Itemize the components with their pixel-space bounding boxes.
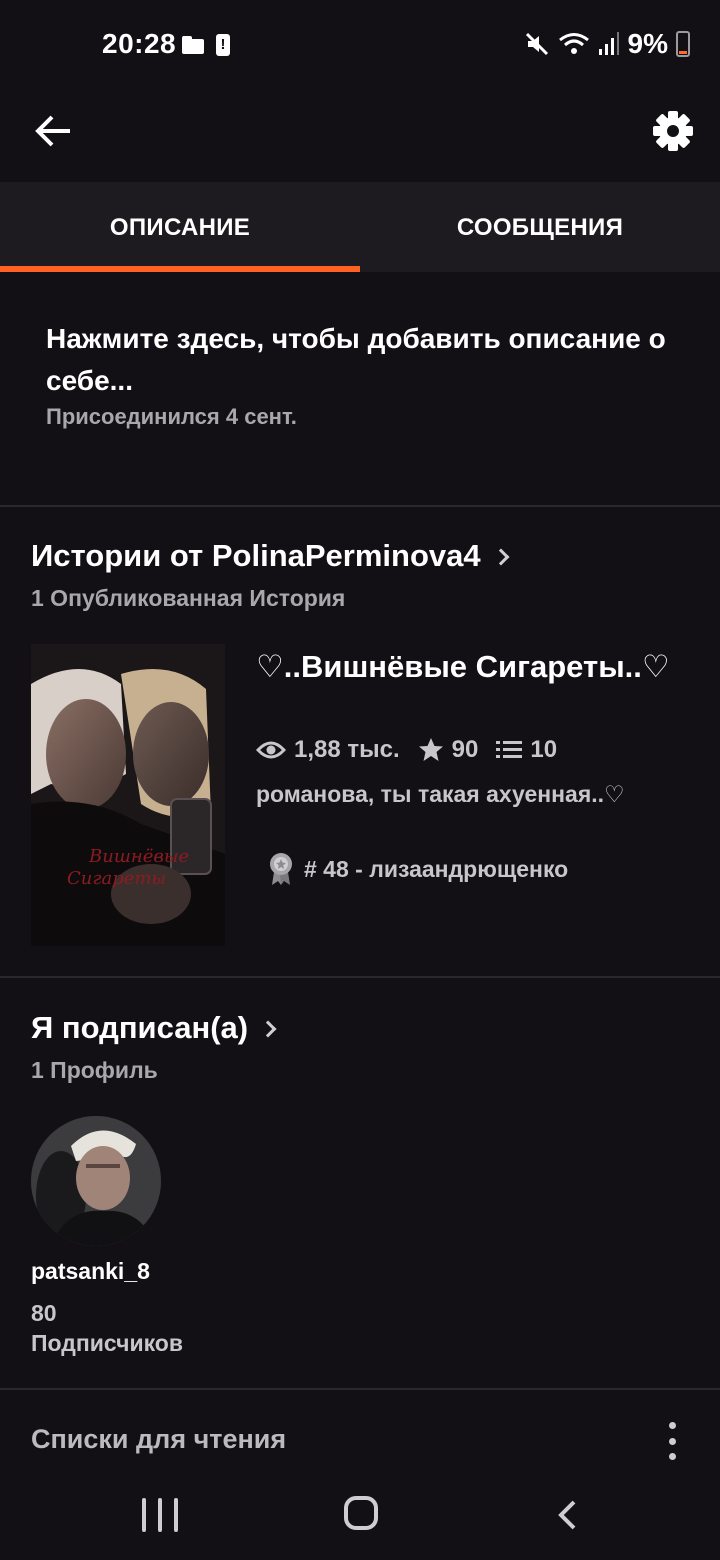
about-section: Нажмите здесь, чтобы добавить описание о…	[46, 318, 676, 430]
votes-count: 90	[451, 736, 479, 763]
avatar[interactable]	[31, 1116, 161, 1246]
status-bar: 20:28 9%	[0, 0, 720, 92]
chevron-right-icon	[259, 1020, 277, 1038]
divider	[0, 505, 720, 507]
wifi-icon	[558, 33, 589, 54]
list-icon	[496, 741, 523, 758]
tab-messages[interactable]: СООБЩЕНИЯ	[360, 182, 720, 272]
recent-apps-button[interactable]	[142, 1498, 178, 1532]
followers-label: Подписчиков	[31, 1330, 183, 1356]
divider	[0, 1388, 720, 1390]
battery-percent: 9%	[627, 28, 668, 59]
story-title[interactable]: ♡..Вишнёвые Сигареты..♡	[256, 648, 696, 686]
rank-text: # 48 - лизаандрющенко	[304, 855, 569, 882]
home-button[interactable]	[344, 1496, 378, 1530]
system-back-button[interactable]	[552, 1500, 582, 1530]
stories-title-text: Истории от PolinaPerminova4	[31, 538, 481, 573]
add-description-prompt[interactable]: Нажмите здесь, чтобы добавить описание о…	[46, 318, 676, 402]
battery-icon	[676, 31, 690, 57]
tab-description[interactable]: ОПИСАНИЕ	[0, 182, 360, 272]
joined-date: Присоединился 4 сент.	[46, 404, 297, 429]
dot-icon	[668, 1422, 676, 1429]
status-time: 20:28	[102, 28, 177, 59]
reads-count: 1,88 тыс.	[294, 736, 400, 763]
svg-text:Сигареты: Сигареты	[67, 868, 166, 889]
avatar-image	[31, 1116, 161, 1246]
eye-icon	[256, 741, 286, 759]
cover-caption-text: Вишнёвые	[88, 846, 189, 867]
dot-icon	[668, 1453, 676, 1460]
star-icon	[418, 738, 443, 761]
dot-icon	[668, 1437, 676, 1445]
following-count: 1 Профиль	[31, 1057, 158, 1083]
following-title-text: Я подписан(а)	[31, 1010, 249, 1045]
mute-icon	[525, 32, 548, 56]
parts-count: 10	[530, 736, 558, 763]
signal-icon	[598, 32, 619, 55]
gear-icon	[653, 111, 693, 151]
back-button[interactable]	[30, 108, 76, 154]
cover-image: Вишнёвые Сигареты	[31, 644, 225, 946]
votes-stat: 90	[418, 736, 479, 764]
followers-count: 80	[31, 1300, 57, 1326]
arrow-left-icon	[35, 115, 70, 147]
following-section-title[interactable]: Я подписан(а)	[31, 1010, 277, 1046]
profile-tabs: ОПИСАНИЕ СООБЩЕНИЯ	[0, 182, 720, 272]
app-header	[0, 92, 720, 182]
reads-stat: 1,88 тыс.	[256, 736, 400, 764]
more-options-button[interactable]	[662, 1422, 682, 1460]
alert-icon	[216, 34, 230, 56]
chevron-left-icon	[558, 1500, 576, 1530]
parts-stat: 10	[496, 736, 557, 764]
settings-button[interactable]	[648, 106, 698, 156]
folder-icon	[182, 36, 204, 54]
award-badge-icon	[270, 853, 292, 885]
story-description: романова, ты такая ахуенная..♡	[256, 781, 625, 807]
reading-lists-title[interactable]: Списки для чтения	[31, 1424, 286, 1455]
story-stats: 1,88 тыс. 90 10	[256, 736, 575, 764]
system-nav-bar	[0, 1470, 720, 1560]
chevron-right-icon	[492, 548, 510, 566]
profile-username[interactable]: patsanki_8	[31, 1258, 150, 1285]
stories-count: 1 Опубликованная История	[31, 585, 346, 611]
divider	[0, 976, 720, 978]
stories-section-title[interactable]: Истории от PolinaPerminova4	[31, 538, 510, 574]
story-rank[interactable]: # 48 - лизаандрющенко	[268, 852, 568, 886]
story-cover[interactable]: Вишнёвые Сигареты	[31, 644, 225, 946]
